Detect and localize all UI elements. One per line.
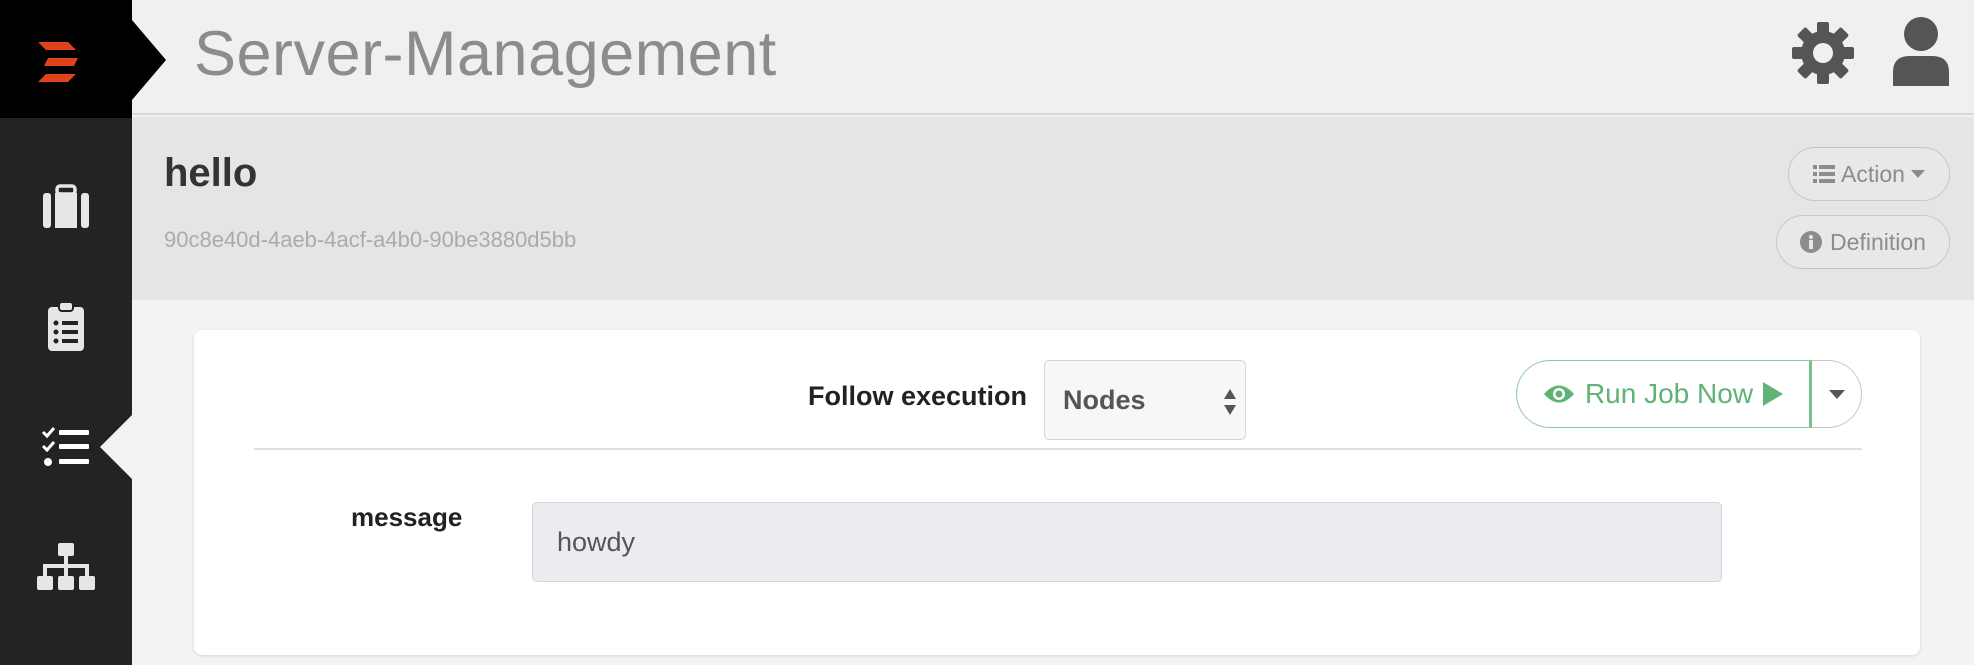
briefcase-icon — [43, 184, 89, 228]
run-job-now-label: Run Job Now — [1584, 378, 1754, 409]
user-menu-button[interactable] — [1888, 16, 1954, 88]
play-icon — [1763, 382, 1784, 406]
sidebar-expand-button[interactable] — [132, 20, 166, 100]
job-uuid: 90c8e40d-4aeb-4acf-a4b0-90be3880d5bb — [164, 227, 577, 252]
logo-home-link[interactable] — [0, 0, 132, 118]
follow-execution-value: Nodes — [1063, 385, 1146, 415]
caret-down-icon — [1910, 170, 1925, 178]
sidebar-item-nodes[interactable] — [0, 512, 132, 622]
follow-execution-select[interactable]: Nodes — [1044, 360, 1246, 440]
list-icon — [1813, 165, 1836, 183]
follow-execution-label: Follow execution — [808, 381, 1028, 411]
info-circle-icon — [1800, 231, 1823, 253]
user-icon — [1893, 17, 1949, 86]
job-name: hello — [164, 151, 258, 195]
clipboard-list-icon — [48, 301, 84, 351]
action-button-label: Action — [1841, 160, 1905, 187]
top-header: Server-Management — [132, 0, 1974, 115]
sidebar-item-activity[interactable] — [0, 272, 132, 382]
definition-button-label: Definition — [1830, 228, 1926, 255]
eye-icon — [1543, 385, 1574, 403]
sidebar-item-projects[interactable] — [0, 152, 132, 262]
select-arrows-icon — [1224, 389, 1236, 415]
page-title: Server-Management — [194, 19, 777, 89]
sidebar — [0, 0, 132, 665]
divider — [254, 448, 1862, 450]
definition-button[interactable]: Definition — [1776, 215, 1950, 269]
active-item-pointer — [100, 415, 132, 479]
gear-icon — [1792, 22, 1854, 84]
task-list-icon — [41, 427, 89, 466]
message-option-label: message — [351, 502, 463, 532]
run-options-dropdown-button[interactable] — [1812, 360, 1862, 428]
job-header: hello 90c8e40d-4aeb-4acf-a4b0-90be3880d5… — [132, 117, 1974, 300]
rundeck-logo-icon — [38, 42, 78, 82]
run-job-now-button[interactable]: Run Job Now — [1516, 360, 1812, 428]
action-dropdown-button[interactable]: Action — [1788, 147, 1950, 201]
sitemap-icon — [37, 543, 95, 590]
caret-down-icon — [1828, 389, 1845, 399]
message-option-input[interactable] — [532, 502, 1722, 582]
settings-button[interactable] — [1790, 20, 1856, 86]
run-job-card: Follow execution Nodes Run Job Now messa… — [194, 330, 1920, 655]
